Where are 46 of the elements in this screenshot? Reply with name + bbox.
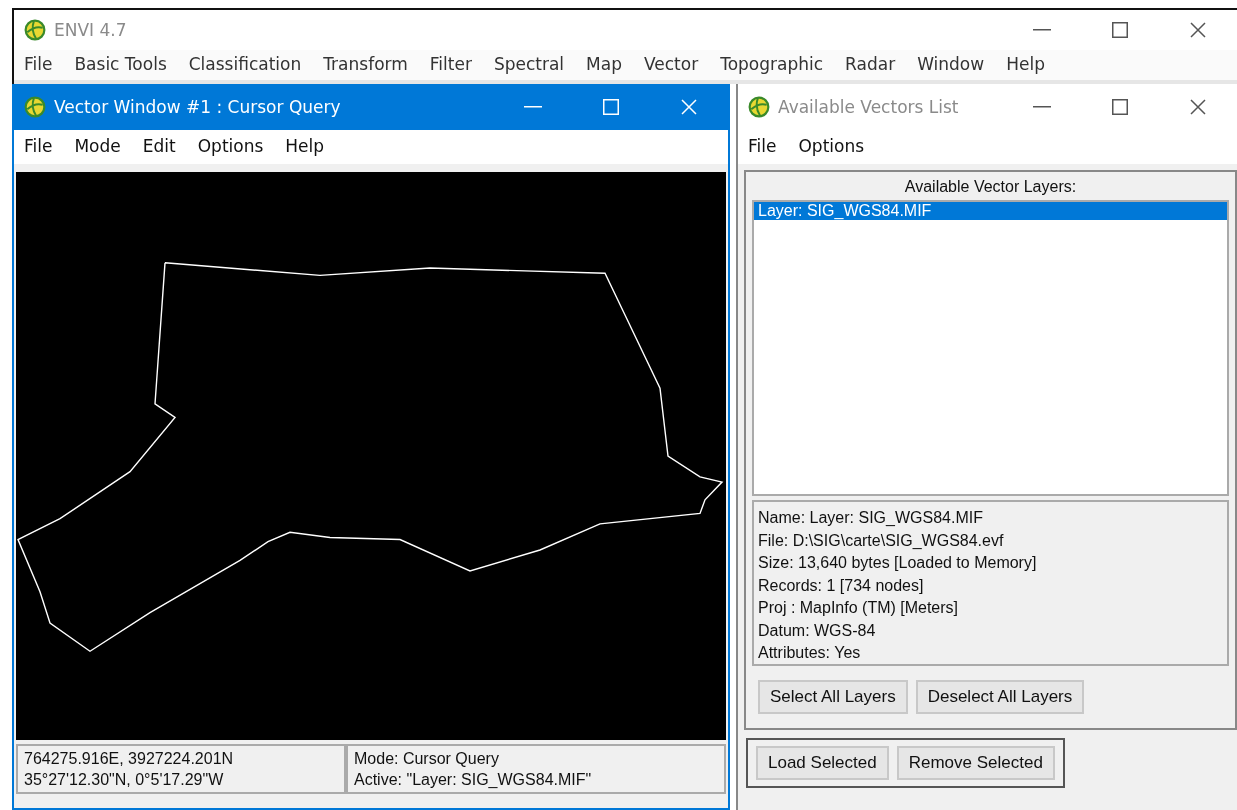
info-line: File: D:\SIG\carte\SIG_WGS84.evf	[758, 530, 1005, 551]
coordinates-readout: 764275.916E, 3927224.201N 35°27'12.30"N, 0°5'17.29"W	[16, 744, 346, 794]
info-line: Name: Layer: SIG_WGS84.MIF	[758, 508, 984, 528]
info-line: Records: 1 [734 nodes]	[758, 575, 925, 596]
menu-item[interactable]: Options	[798, 136, 865, 156]
list-label: Available Vector Layers:	[903, 178, 1078, 196]
maximize-icon[interactable]	[1112, 99, 1128, 115]
menu-item[interactable]: Window	[917, 54, 985, 74]
close-icon[interactable]	[1190, 22, 1206, 38]
maximize-icon[interactable]	[1112, 22, 1128, 38]
layer-button[interactable]: Select All Layers	[758, 680, 908, 714]
menu-item[interactable]: Vector	[644, 54, 699, 74]
menu-item[interactable]: Help	[1006, 54, 1045, 74]
globe-icon	[24, 19, 46, 41]
layer-list-item[interactable]: Layer: SIG_WGS84.MIF	[754, 202, 1227, 220]
mode-readout: Mode: Cursor Query Active: "Layer: SIG_WGS84.MIF"	[346, 744, 726, 794]
window-title: Vector Window #1 : Cursor Query	[54, 97, 341, 117]
action-button[interactable]: Remove Selected	[896, 746, 1055, 780]
info-line: Datum: WGS-84	[758, 620, 877, 641]
action-button[interactable]: Load Selected	[756, 746, 889, 780]
menu-item[interactable]: Topographic	[720, 54, 824, 74]
info-line: Attributes: Yes	[758, 643, 862, 663]
minimize-icon[interactable]	[1033, 29, 1051, 31]
close-icon[interactable]	[1190, 99, 1206, 115]
window-title: ENVI 4.7	[54, 20, 127, 40]
info-line: Proj : MapInfo (TM) [Meters]	[758, 598, 960, 618]
globe-icon	[748, 96, 770, 118]
menu-item[interactable]: Radar	[845, 54, 896, 74]
menu-item[interactable]: Basic Tools	[74, 54, 167, 74]
minimize-icon[interactable]	[1033, 106, 1051, 108]
window-title: Available Vectors List	[778, 97, 959, 117]
menu-item[interactable]: Map	[586, 54, 622, 74]
menu-item[interactable]: File	[24, 136, 53, 156]
menu-item[interactable]: Spectral	[493, 54, 565, 74]
menu-item[interactable]: File	[24, 54, 53, 74]
menu-item[interactable]: Classification	[188, 54, 302, 74]
globe-icon	[24, 96, 46, 118]
menu-item[interactable]: Edit	[142, 136, 176, 156]
menu-item[interactable]: Help	[285, 136, 325, 156]
layer-button[interactable]: Deselect All Layers	[915, 680, 1085, 714]
info-line: Size: 13,640 bytes [Loaded to Memory]	[758, 553, 1038, 573]
menu-item[interactable]: Mode	[74, 136, 121, 156]
menu-item[interactable]: Filter	[429, 54, 472, 74]
menu-item[interactable]: Transform	[323, 54, 408, 74]
menu-item[interactable]: Options	[197, 136, 264, 156]
menu-item[interactable]: File	[748, 136, 777, 156]
